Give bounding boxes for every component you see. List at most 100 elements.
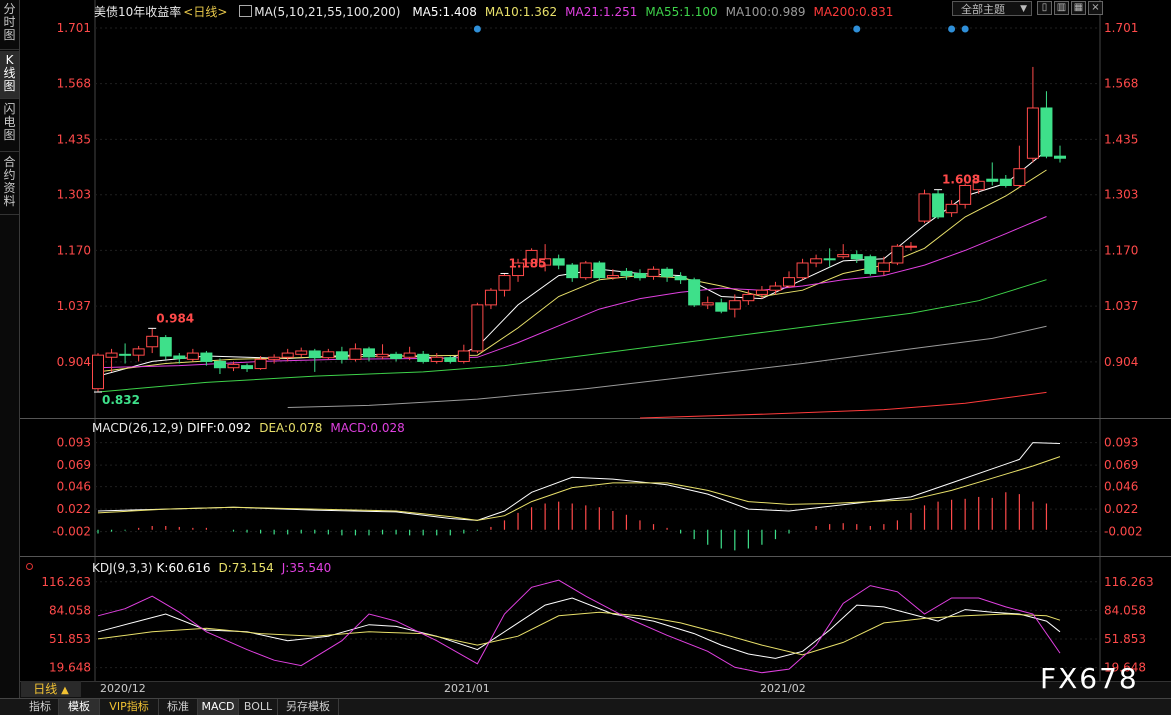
ma-line-ma55 bbox=[97, 279, 1047, 393]
chart-canvas[interactable]: 0.904 0.904 1.037 1.037 1.170 1.170 1.303 1.303… bbox=[20, 0, 1171, 681]
tab-template[interactable]: 模板 bbox=[59, 699, 100, 715]
tab-standard[interactable]: 标准 bbox=[159, 699, 198, 715]
ma-value-2: MA21:1.251 bbox=[565, 5, 638, 19]
kdj-line-d bbox=[97, 611, 1061, 656]
candle-body bbox=[701, 302, 714, 306]
theme-select[interactable]: 全部主题 ▼ bbox=[952, 1, 1032, 16]
price-pane[interactable]: 0.904 0.904 1.037 1.037 1.170 1.170 1.303 1.303… bbox=[57, 21, 1139, 419]
candle-body bbox=[362, 348, 375, 358]
candle-body bbox=[457, 350, 470, 362]
kdj-pane[interactable]: 19.648 19.64851.853 51.85384.058 84.058116.… bbox=[41, 575, 1153, 675]
close-button[interactable]: × bbox=[1088, 1, 1103, 15]
candle-body bbox=[918, 193, 931, 222]
kdj-tick-right: 84.058 bbox=[1104, 603, 1146, 617]
candle-body bbox=[688, 279, 701, 306]
grid bbox=[20, 0, 1171, 681]
candle-body bbox=[227, 363, 240, 369]
candle-body bbox=[796, 262, 809, 279]
candle-body bbox=[755, 289, 768, 295]
macd-tick-right: 0.022 bbox=[1104, 502, 1138, 516]
candle-body bbox=[159, 337, 172, 357]
tab-vip-indicator[interactable]: VIP指标 bbox=[100, 699, 159, 715]
kdj-tick-left: 116.263 bbox=[41, 575, 91, 589]
kdj-settings-icon[interactable] bbox=[26, 563, 33, 570]
tab-macd[interactable]: MACD bbox=[198, 699, 239, 715]
candle-body bbox=[119, 353, 132, 356]
event-marker bbox=[961, 25, 969, 33]
instrument-title: 美债10年收益率 bbox=[94, 5, 182, 19]
side-tab-strip: 分时图 K线图 闪电图 合约资料 bbox=[0, 0, 20, 700]
macd-legend: MACD(26,12,9) DIFF:0.092 DEA:0.078 MACD:0.0… bbox=[92, 421, 413, 435]
candle-body bbox=[498, 275, 511, 291]
kdj-line-j bbox=[97, 579, 1061, 674]
event-marker bbox=[473, 25, 481, 33]
tab-kline[interactable]: K线图 bbox=[0, 51, 19, 99]
ma-toggle-icon[interactable] bbox=[239, 5, 253, 17]
period-button[interactable]: 日线 ▲ bbox=[21, 681, 81, 697]
trading-app: 分时图 K线图 闪电图 合约资料 0.904 0.904 1.037 1.037 1.1… bbox=[0, 0, 1171, 715]
macd-tick-left: 0.069 bbox=[57, 458, 91, 472]
price-tick-left: 1.037 bbox=[57, 299, 91, 313]
price-tick-right: 1.701 bbox=[1104, 21, 1138, 35]
tab-boll[interactable]: BOLL bbox=[239, 699, 278, 715]
tab-save-template[interactable]: 另存模板 bbox=[278, 699, 339, 715]
tab-contract-info[interactable]: 合约资料 bbox=[0, 153, 19, 215]
candle-body bbox=[661, 268, 674, 277]
macd-dea: DEA:0.078 bbox=[259, 421, 323, 435]
candle-body bbox=[783, 277, 796, 287]
macd-name: MACD(26,12,9) bbox=[92, 421, 184, 435]
kdj-tick-right: 116.263 bbox=[1104, 575, 1154, 589]
tab-save-template-label: 另存模板 bbox=[286, 700, 330, 713]
extreme-label: 1.185 bbox=[508, 256, 546, 270]
tab-kline-label: K线图 bbox=[3, 53, 16, 93]
ma-value-1: MA10:1.362 bbox=[484, 5, 558, 19]
candle-body bbox=[823, 258, 836, 261]
macd-pane[interactable]: -0.002 -0.002 0.022 0.022 0.046 0.046 0.069 0.0… bbox=[52, 436, 1143, 551]
price-tick-right: 0.904 bbox=[1104, 355, 1138, 369]
close-icon: × bbox=[1091, 2, 1100, 13]
grid-layout-button[interactable]: ▦ bbox=[1071, 1, 1086, 15]
tab-indicator[interactable]: 指标 bbox=[22, 699, 59, 715]
kdj-k: K:60.616 bbox=[156, 561, 211, 575]
candle-body bbox=[268, 356, 281, 360]
tab-standard-label: 标准 bbox=[167, 700, 189, 713]
ma-value-0: MA5:1.408 bbox=[412, 5, 477, 19]
triangle-up-icon: ▲ bbox=[61, 685, 69, 696]
candle-body bbox=[322, 351, 335, 359]
period-label: <日线> bbox=[183, 5, 228, 19]
candle-body bbox=[376, 353, 389, 358]
tab-flash-chart[interactable]: 闪电图 bbox=[0, 100, 19, 152]
extreme-label: 0.832 bbox=[102, 393, 140, 407]
candle-body bbox=[633, 272, 646, 279]
candle-body bbox=[728, 300, 741, 310]
split-window-button[interactable]: ▥ bbox=[1054, 1, 1069, 15]
candle-body bbox=[92, 354, 104, 390]
price-tick-left: 1.170 bbox=[57, 243, 91, 257]
candle-body bbox=[850, 254, 863, 260]
price-tick-right: 1.568 bbox=[1104, 77, 1138, 91]
candle-body bbox=[593, 262, 606, 279]
candle-body bbox=[295, 350, 308, 355]
watermark-logo: FX678 bbox=[1040, 662, 1139, 695]
candle-body bbox=[430, 356, 443, 362]
kdj-legend: KDJ(9,3,3) K:60.616 D:73.154 J:35.540 bbox=[92, 561, 339, 575]
tab-timeshare[interactable]: 分时图 bbox=[0, 0, 19, 50]
restore-button[interactable]: ▯ bbox=[1037, 1, 1052, 15]
ma-params: MA(5,10,21,55,100,200) bbox=[254, 5, 401, 19]
period-button-label: 日线 bbox=[33, 682, 58, 696]
candle-body bbox=[335, 351, 348, 360]
candle-body bbox=[877, 262, 890, 272]
ma-value-3: MA55:1.100 bbox=[645, 5, 718, 19]
candle-body bbox=[390, 353, 403, 360]
candle-body bbox=[281, 352, 294, 358]
date-label-jan: 2021/01 bbox=[444, 682, 490, 695]
extreme-label: 0.984 bbox=[156, 311, 194, 325]
price-tick-right: 1.170 bbox=[1104, 243, 1138, 257]
candle-body bbox=[620, 270, 633, 277]
grid-icon: ▦ bbox=[1073, 2, 1084, 13]
kdj-tick-left: 19.648 bbox=[49, 661, 91, 675]
price-tick-left: 1.701 bbox=[57, 21, 91, 35]
event-marker bbox=[948, 25, 956, 33]
candle-body bbox=[132, 348, 145, 356]
candle-body bbox=[742, 293, 755, 302]
